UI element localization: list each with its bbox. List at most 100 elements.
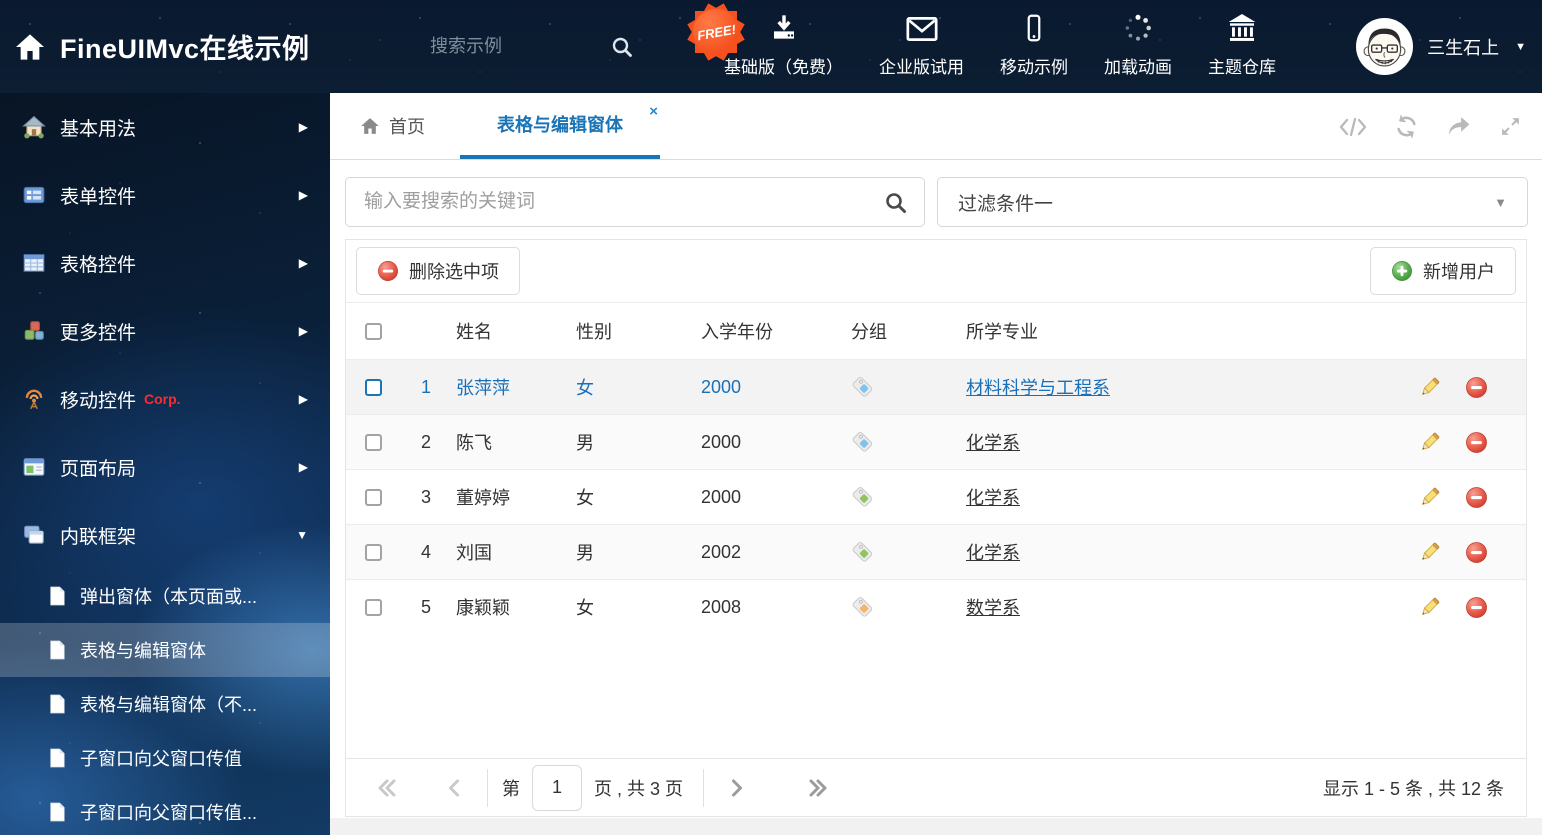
sidebar-item[interactable]: 表单控件 ▶: [0, 161, 330, 229]
mobile-icon: [1020, 10, 1048, 44]
major-link[interactable]: 化学系: [966, 433, 1020, 453]
bottom-strip: [330, 818, 1542, 835]
chevron-down-icon: ▼: [1494, 194, 1507, 210]
header-nav-item[interactable]: 移动示例: [1000, 10, 1068, 78]
corp-badge: Corp.: [144, 391, 181, 407]
expand-arrow-icon: ▶: [298, 120, 308, 134]
user-name: 三生石上: [1427, 37, 1500, 58]
sidebar-subitem[interactable]: 表格与编辑窗体（不...: [0, 677, 330, 731]
sidebar-subitem[interactable]: 子窗口向父窗口传值...: [0, 785, 330, 835]
edit-pencil-icon[interactable]: [1418, 431, 1441, 454]
row-checkbox[interactable]: [365, 378, 382, 396]
delete-row-icon[interactable]: [1465, 486, 1488, 509]
keyword-search-box: [345, 177, 925, 227]
grid-rows: 1 张萍萍 女 2000 材料科学与工程系 2 陈飞 男 2000 化学系 3 …: [346, 359, 1526, 634]
header-nav-item[interactable]: 主题仓库: [1208, 10, 1276, 78]
table-row[interactable]: 4 刘国 男 2002 化学系: [346, 524, 1526, 579]
major-link[interactable]: 材料科学与工程系: [966, 378, 1110, 398]
filter-dropdown[interactable]: 过滤条件一 ▼: [937, 177, 1528, 227]
row-checkbox[interactable]: [365, 543, 382, 561]
layout-icon: [22, 455, 46, 479]
column-header-name[interactable]: 姓名: [441, 318, 566, 344]
cell-gender: 女: [576, 488, 594, 508]
sidebar-item[interactable]: 内联框架 ▼: [0, 501, 330, 569]
row-checkbox[interactable]: [365, 488, 382, 506]
share-icon[interactable]: [1446, 115, 1472, 138]
tab-grid-edit-window[interactable]: 表格与编辑窗体 ×: [460, 93, 660, 159]
major-link[interactable]: 化学系: [966, 543, 1020, 563]
last-page-button[interactable]: [807, 777, 829, 799]
add-user-button[interactable]: 新增用户: [1370, 247, 1516, 295]
first-page-button[interactable]: [376, 777, 398, 799]
brand[interactable]: FineUIMvc在线示例: [14, 0, 310, 93]
cell-name: 陈飞: [456, 433, 492, 453]
delete-row-icon[interactable]: [1465, 431, 1488, 454]
edit-pencil-icon[interactable]: [1418, 486, 1441, 509]
header-search-input[interactable]: [430, 36, 570, 57]
user-menu[interactable]: 三生石上 ▼: [1356, 0, 1526, 93]
keyword-search-input[interactable]: [346, 191, 924, 213]
column-header-major[interactable]: 所学专业: [961, 318, 1414, 344]
source-code-icon[interactable]: [1339, 115, 1367, 139]
sidebar-subitem[interactable]: 表格与编辑窗体: [0, 623, 330, 677]
column-header-year[interactable]: 入学年份: [691, 318, 841, 344]
file-icon: [48, 802, 66, 822]
grid-header: 姓名 性别 入学年份 分组 所学专业: [346, 302, 1526, 359]
sidebar-item[interactable]: 页面布局 ▶: [0, 433, 330, 501]
expand-arrow-icon: ▶: [298, 256, 308, 270]
spinner-icon: [1122, 10, 1154, 44]
cell-gender: 女: [576, 598, 594, 618]
tag-icon: [852, 541, 873, 562]
home-icon: [16, 33, 44, 60]
edit-pencil-icon[interactable]: [1418, 596, 1441, 619]
table-row[interactable]: 2 陈飞 男 2000 化学系: [346, 414, 1526, 469]
delete-row-icon[interactable]: [1465, 376, 1488, 399]
row-checkbox[interactable]: [365, 433, 382, 451]
prev-page-button[interactable]: [446, 777, 461, 799]
filter-row: 过滤条件一 ▼: [345, 177, 1528, 227]
header-nav-item[interactable]: 基础版（免费）: [724, 10, 843, 78]
next-page-button[interactable]: [730, 777, 745, 799]
sidebar-item[interactable]: 表格控件 ▶: [0, 229, 330, 297]
major-link[interactable]: 数学系: [966, 598, 1020, 618]
edit-pencil-icon[interactable]: [1418, 541, 1441, 564]
sidebar-subitem[interactable]: 弹出窗体（本页面或...: [0, 569, 330, 623]
table-icon: [22, 251, 46, 275]
expand-arrow-icon: ▶: [298, 460, 308, 474]
file-icon: [48, 640, 66, 660]
close-icon[interactable]: ×: [649, 103, 658, 120]
header-nav: 基础版（免费） 企业版试用 移动示例 加载动画 主题仓库: [724, 10, 1276, 78]
avatar[interactable]: [1356, 18, 1414, 75]
row-number: 3: [420, 486, 431, 507]
column-header-gender[interactable]: 性别: [566, 318, 691, 344]
cubes-icon: [22, 319, 46, 343]
tab-bar: 首页 表格与编辑窗体 ×: [330, 93, 1542, 160]
cell-year: 2000: [701, 431, 742, 452]
sidebar-item[interactable]: 更多控件 ▶: [0, 297, 330, 365]
delete-row-icon[interactable]: [1465, 541, 1488, 564]
home-colored-icon: [22, 115, 46, 139]
sidebar-item[interactable]: 基本用法 ▶: [0, 93, 330, 161]
search-icon[interactable]: [884, 191, 908, 215]
fullscreen-icon[interactable]: [1499, 115, 1522, 138]
search-icon[interactable]: [610, 35, 634, 59]
edit-pencil-icon[interactable]: [1418, 376, 1441, 399]
header-nav-item[interactable]: 企业版试用: [879, 10, 964, 78]
delete-row-icon[interactable]: [1465, 596, 1488, 619]
sidebar-submenu: 弹出窗体（本页面或... 表格与编辑窗体 表格与编辑窗体（不... 子窗口向父窗…: [0, 569, 330, 835]
page-number-input[interactable]: [532, 764, 582, 811]
delete-selected-button[interactable]: 删除选中项: [356, 247, 520, 295]
header-nav-item[interactable]: 加载动画: [1104, 10, 1172, 78]
sidebar: 基本用法 ▶ 表单控件 ▶ 表格控件 ▶ 更多控件 ▶ 移动控件 Corp. ▶…: [0, 93, 330, 835]
column-header-group[interactable]: 分组: [841, 318, 961, 344]
table-row[interactable]: 3 董婷婷 女 2000 化学系: [346, 469, 1526, 524]
tab-home[interactable]: 首页: [360, 93, 425, 159]
table-row[interactable]: 1 张萍萍 女 2000 材料科学与工程系: [346, 359, 1526, 414]
sidebar-item[interactable]: 移动控件 Corp. ▶: [0, 365, 330, 433]
select-all-checkbox[interactable]: [365, 322, 382, 340]
refresh-icon[interactable]: [1394, 114, 1419, 139]
major-link[interactable]: 化学系: [966, 488, 1020, 508]
table-row[interactable]: 5 康颖颖 女 2008 数学系: [346, 579, 1526, 634]
sidebar-subitem[interactable]: 子窗口向父窗口传值: [0, 731, 330, 785]
row-checkbox[interactable]: [365, 598, 382, 616]
